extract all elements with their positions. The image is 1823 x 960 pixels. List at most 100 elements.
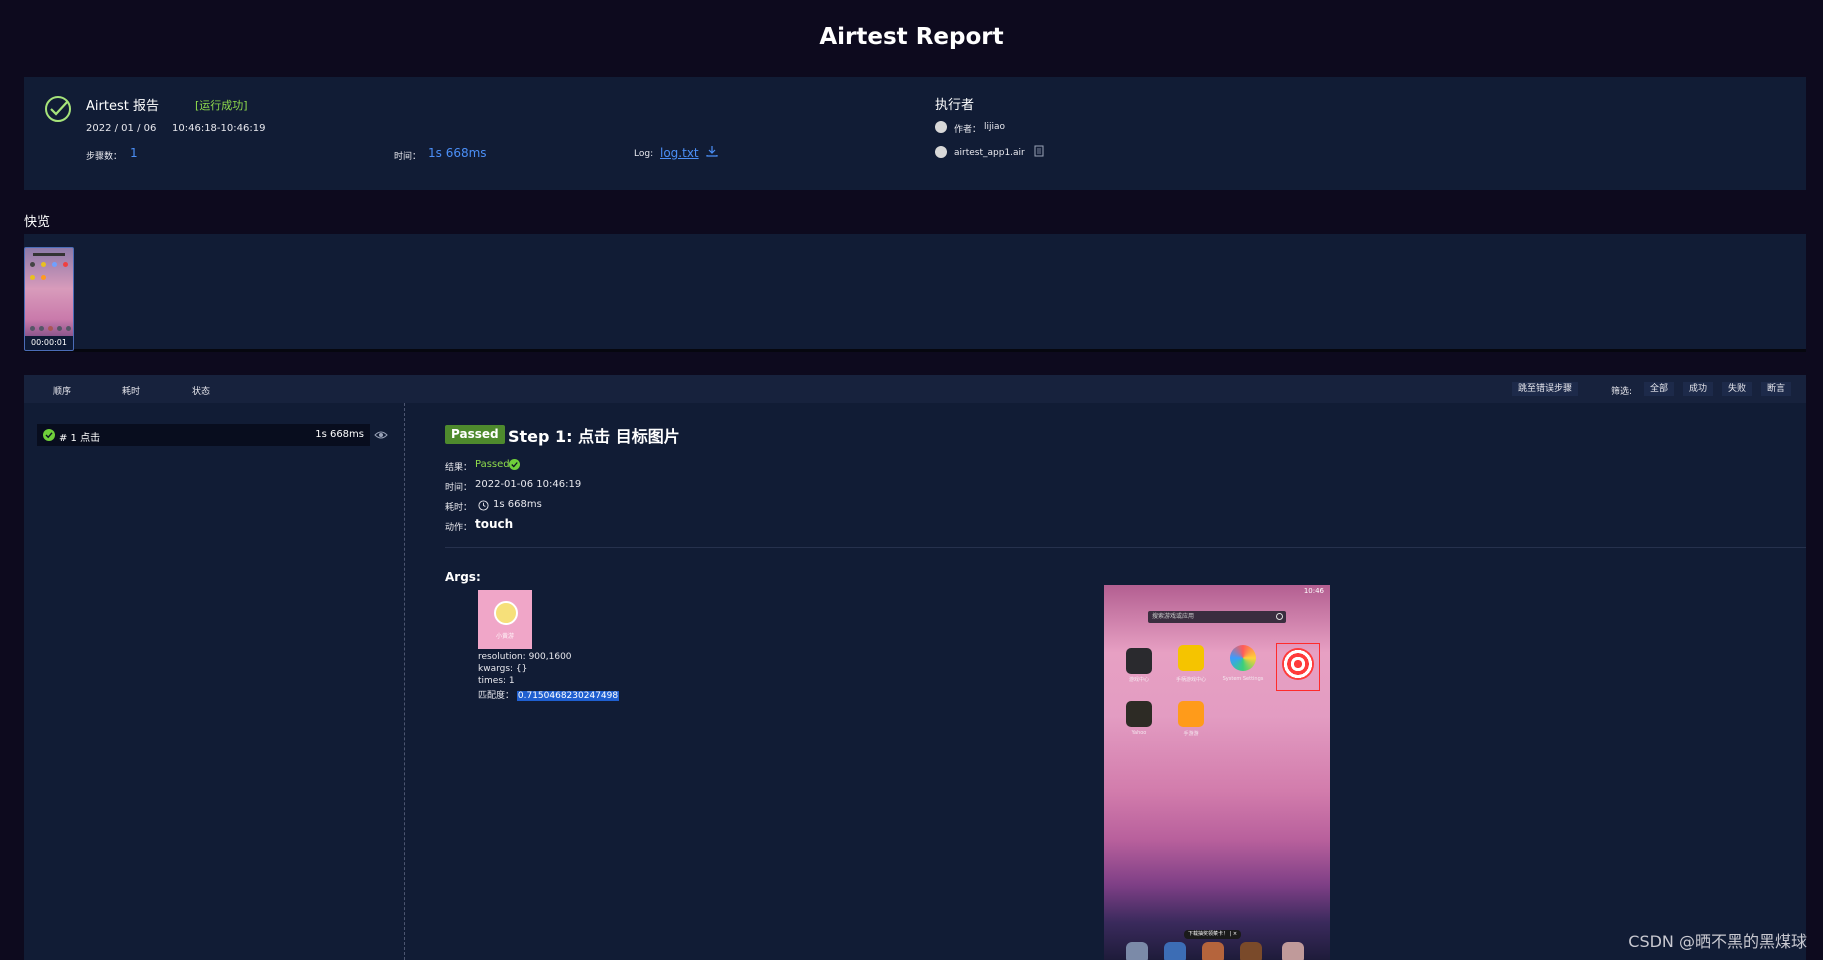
steps-label: 步骤数： bbox=[86, 152, 123, 162]
watermark: CSDN @晒不黑的黑煤球 bbox=[1628, 932, 1807, 951]
step-list-header: 顺序 耗时 状态 跳至错误步骤 筛选: 全部 成功 失败 断言 bbox=[24, 375, 1806, 403]
step-item-duration: 1s 668ms bbox=[315, 429, 364, 440]
result-check-icon bbox=[509, 459, 520, 470]
app-label: 游戏中心 bbox=[1128, 677, 1149, 683]
copy-icon[interactable] bbox=[1032, 144, 1046, 158]
log-label: Log: bbox=[634, 149, 654, 159]
step-list-item[interactable]: # 1 点击 1s 668ms bbox=[37, 424, 370, 446]
script-avatar bbox=[935, 146, 947, 158]
author-name: lijiao bbox=[984, 122, 1006, 132]
filter-all-button[interactable]: 全部 bbox=[1644, 382, 1675, 396]
filter-fail-button[interactable]: 失败 bbox=[1722, 382, 1753, 396]
sort-by-status[interactable]: 状态 bbox=[192, 384, 210, 397]
eye-icon[interactable] bbox=[374, 428, 388, 442]
panel-divider bbox=[404, 403, 405, 960]
orange-app-icon bbox=[1178, 701, 1204, 727]
sort-by-duration[interactable]: 耗时 bbox=[122, 384, 140, 397]
arg-confidence: 匹配度： 0.7150468230247498 bbox=[478, 688, 620, 701]
total-time: 1s 668ms bbox=[428, 146, 487, 160]
phone-status-time: 10:46 bbox=[1303, 587, 1324, 595]
lemon-icon bbox=[494, 601, 518, 625]
report-time-range: 10:46:18-10:46:19 bbox=[172, 123, 266, 134]
app-label: 手柄游戏中心 bbox=[1175, 677, 1206, 683]
step-title: Step 1: 点击 目标图片 bbox=[508, 427, 680, 446]
jump-to-error-button[interactable]: 跳至错误步骤 bbox=[1512, 382, 1579, 396]
thumb-app-dot bbox=[52, 262, 57, 267]
dock-app-icon bbox=[1282, 942, 1304, 960]
report-info-panel: Airtest 报告 [运行成功] 2022 / 01 / 06 10:46:1… bbox=[24, 77, 1806, 190]
app-label: System Settings bbox=[1222, 676, 1264, 682]
steps-area: 顺序 耗时 状态 跳至错误步骤 筛选: 全部 成功 失败 断言 # 1 点击 1… bbox=[24, 375, 1806, 960]
device-screenshot: 10:46 搜索游戏或应用 游戏中心 手柄游戏中心 System Setting… bbox=[1104, 585, 1330, 960]
report-date: 2022 / 01 / 06 bbox=[86, 123, 157, 134]
thumb-app-dot bbox=[63, 262, 68, 267]
filter-label: 筛选: bbox=[1611, 387, 1633, 397]
action-label: 动作： bbox=[445, 523, 473, 533]
target-image[interactable]: 小黄游 bbox=[478, 590, 532, 649]
detail-divider bbox=[445, 547, 1806, 548]
clock-icon bbox=[478, 500, 489, 511]
screenshot-thumbnail[interactable]: 00:00:01 bbox=[24, 247, 74, 351]
result-label: 结果： bbox=[445, 463, 473, 473]
args-title: Args: bbox=[445, 570, 481, 584]
target-caption: 小黄游 bbox=[495, 633, 514, 640]
thumb-timestamp: 00:00:01 bbox=[25, 336, 73, 350]
preview-title: 快览 bbox=[24, 215, 51, 230]
status-badge: Passed bbox=[445, 425, 505, 444]
search-icon bbox=[1276, 613, 1283, 620]
game-center-app-icon bbox=[1126, 648, 1152, 674]
success-check-icon bbox=[45, 96, 71, 122]
action-value: touch bbox=[475, 517, 514, 531]
thumb-app-dot bbox=[30, 275, 35, 280]
settings-app-icon bbox=[1230, 645, 1256, 671]
dock-app-icon bbox=[1126, 942, 1148, 960]
arg-kwargs: kwargs: {} bbox=[478, 664, 528, 674]
thumb-app-dot bbox=[66, 326, 71, 331]
steps-count: 1 bbox=[130, 146, 138, 160]
thumb-app-dot bbox=[41, 262, 46, 267]
dock-app-icon bbox=[1164, 942, 1186, 960]
sort-by-order[interactable]: 顺序 bbox=[53, 384, 71, 397]
shield-app-icon bbox=[1126, 701, 1152, 727]
step-item-label: # 1 点击 bbox=[59, 433, 101, 444]
thumb-status-bar bbox=[33, 253, 65, 256]
arg-resolution: resolution: 900,1600 bbox=[478, 652, 572, 662]
phone-search-bar: 搜索游戏或应用 bbox=[1148, 611, 1286, 623]
run-status: [运行成功] bbox=[195, 99, 248, 112]
result-value: Passed bbox=[475, 459, 510, 470]
thumb-app-dot bbox=[30, 262, 35, 267]
time-label: 时间： bbox=[445, 483, 473, 493]
step-passed-icon bbox=[43, 429, 55, 441]
author-label: 作者： bbox=[954, 125, 982, 135]
author-avatar bbox=[935, 121, 947, 133]
page-title: Airtest Report bbox=[819, 24, 1004, 50]
dock-app-icon bbox=[1202, 942, 1224, 960]
download-icon[interactable] bbox=[705, 144, 719, 158]
phone-toast: 下载抽奖领菜卡！ | × bbox=[1184, 930, 1242, 939]
thumb-app-dot bbox=[39, 326, 44, 331]
dock-app-icon bbox=[1240, 942, 1262, 960]
filter-assert-button[interactable]: 断言 bbox=[1761, 382, 1792, 396]
preview-strip: 00:00:01 bbox=[24, 234, 1806, 352]
phone-search-placeholder: 搜索游戏或应用 bbox=[1152, 613, 1195, 620]
thumb-app-dot bbox=[30, 326, 35, 331]
thumb-app-dot bbox=[41, 275, 46, 280]
time-label: 时间： bbox=[394, 152, 422, 162]
confidence-value: 0.7150468230247498 bbox=[516, 691, 620, 701]
filter-success-button[interactable]: 成功 bbox=[1683, 382, 1714, 396]
log-link[interactable]: log.txt bbox=[660, 146, 699, 160]
script-name: airtest_app1.air bbox=[954, 148, 1025, 158]
duration-label: 耗时： bbox=[445, 503, 473, 513]
target-app-icon bbox=[1282, 648, 1314, 680]
gamepad-app-icon bbox=[1178, 645, 1204, 671]
confidence-label: 匹配度： bbox=[478, 691, 515, 701]
report-name: Airtest 报告 bbox=[86, 99, 159, 114]
executor-title: 执行者 bbox=[935, 98, 975, 113]
step-duration: 1s 668ms bbox=[493, 499, 542, 510]
thumb-app-dot bbox=[48, 326, 53, 331]
app-label: 手游游 bbox=[1183, 731, 1199, 737]
thumb-app-dot bbox=[57, 326, 62, 331]
arg-times: times: 1 bbox=[478, 676, 515, 686]
app-label: Yahoo bbox=[1131, 730, 1147, 736]
step-time: 2022-01-06 10:46:19 bbox=[475, 479, 582, 490]
